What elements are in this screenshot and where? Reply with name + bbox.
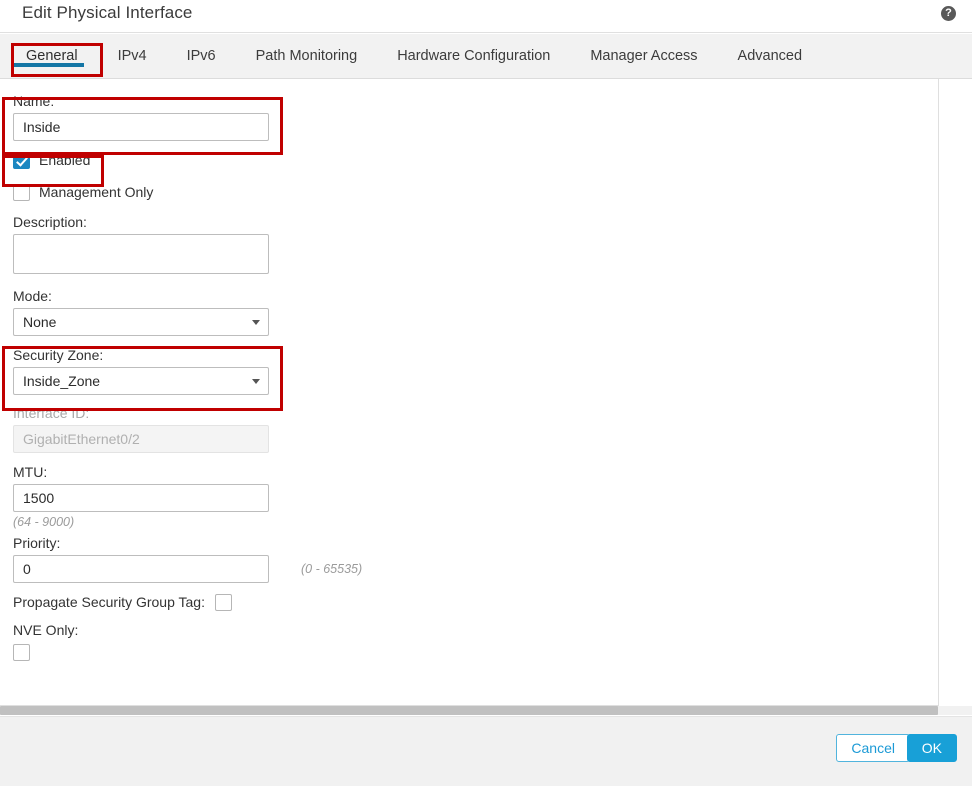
enabled-label: Enabled [39,152,91,168]
name-input[interactable] [13,113,269,141]
priority-range-hint: (0 - 65535) [301,562,363,576]
horizontal-scrollbar-thumb[interactable] [0,706,938,715]
tab-list: General IPv4 IPv6 Path Monitoring Hardwa… [0,34,822,79]
tab-ipv4-label: IPv4 [117,48,147,64]
interface-id-label: Interface ID: [13,405,90,421]
management-only-checkbox[interactable] [13,183,30,201]
priority-row: (0 - 65535) [13,555,433,583]
tab-general[interactable]: General [0,34,98,79]
tab-path-monitoring-label: Path Monitoring [255,48,358,64]
propagate-sgt-label: Propagate Security Group Tag: [13,594,205,610]
tab-ipv6[interactable]: IPv6 [167,34,236,79]
tab-ipv4[interactable]: IPv4 [98,34,167,79]
help-circle-icon[interactable]: ? [941,6,956,21]
tab-advanced[interactable]: Advanced [718,34,823,79]
mode-select[interactable]: None [13,308,269,336]
mode-label: Mode: [13,288,52,304]
enabled-checkbox-row[interactable]: Enabled [13,148,433,172]
interface-id-input [13,425,269,453]
priority-label: Priority: [13,535,61,551]
dialog-header: Edit Physical Interface ? [0,0,972,33]
edit-physical-interface-dialog: Edit Physical Interface ? General IPv4 I… [0,0,972,786]
tab-advanced-label: Advanced [737,48,803,64]
tab-hardware-configuration[interactable]: Hardware Configuration [377,34,570,79]
nve-only-label: NVE Only: [13,622,79,638]
propagate-sgt-row[interactable]: Propagate Security Group Tag: [13,592,433,612]
description-input[interactable] [13,234,269,274]
cancel-button[interactable]: Cancel [836,734,910,762]
enabled-checkbox[interactable] [13,151,30,169]
security-zone-select[interactable]: Inside_Zone [13,367,269,395]
general-settings-form: Name: Enabled Management Only Descriptio… [13,91,433,661]
mtu-input[interactable] [13,484,269,512]
management-only-label: Management Only [39,184,154,200]
tab-strip: General IPv4 IPv6 Path Monitoring Hardwa… [0,34,972,79]
tab-general-label: General [26,48,78,64]
mtu-label: MTU: [13,464,48,480]
page-title: Edit Physical Interface [22,3,193,22]
management-only-checkbox-row[interactable]: Management Only [13,180,433,204]
ok-button[interactable]: OK [906,734,957,762]
tab-manager-access[interactable]: Manager Access [570,34,717,79]
dialog-footer: Cancel OK [0,716,972,786]
tab-ipv6-label: IPv6 [186,48,216,64]
tab-manager-access-label: Manager Access [590,48,698,64]
name-label: Name: [13,93,55,109]
mode-select-wrap[interactable]: None [13,308,269,336]
tab-path-monitoring[interactable]: Path Monitoring [236,34,378,79]
mtu-range-hint: (64 - 9000) [13,515,75,529]
tab-hardware-configuration-label: Hardware Configuration [397,48,551,64]
security-zone-label: Security Zone: [13,347,104,363]
content-panel: Name: Enabled Management Only Descriptio… [0,79,939,706]
security-zone-select-wrap[interactable]: Inside_Zone [13,367,269,395]
priority-input[interactable] [13,555,269,583]
description-label: Description: [13,214,87,230]
propagate-sgt-checkbox[interactable] [214,593,232,611]
tab-active-underline [14,63,84,67]
nve-only-checkbox[interactable] [13,644,30,661]
